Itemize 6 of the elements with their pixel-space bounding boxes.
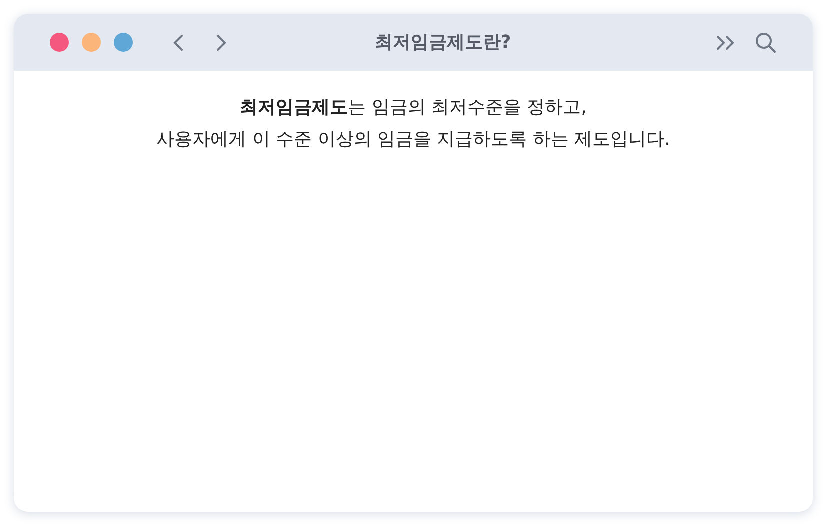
maximize-button[interactable] bbox=[114, 33, 133, 52]
close-button[interactable] bbox=[50, 33, 69, 52]
body-text: 사용자에게 이 수준 이상의 임금을 지급하도록 하는 제도입니다. bbox=[156, 128, 670, 152]
body-text: 최저임금제도는 임금의 최저수준을 정하고, bbox=[240, 96, 587, 120]
search-icon[interactable] bbox=[755, 32, 777, 54]
window-title: 최저임금제도란? bbox=[374, 31, 512, 55]
